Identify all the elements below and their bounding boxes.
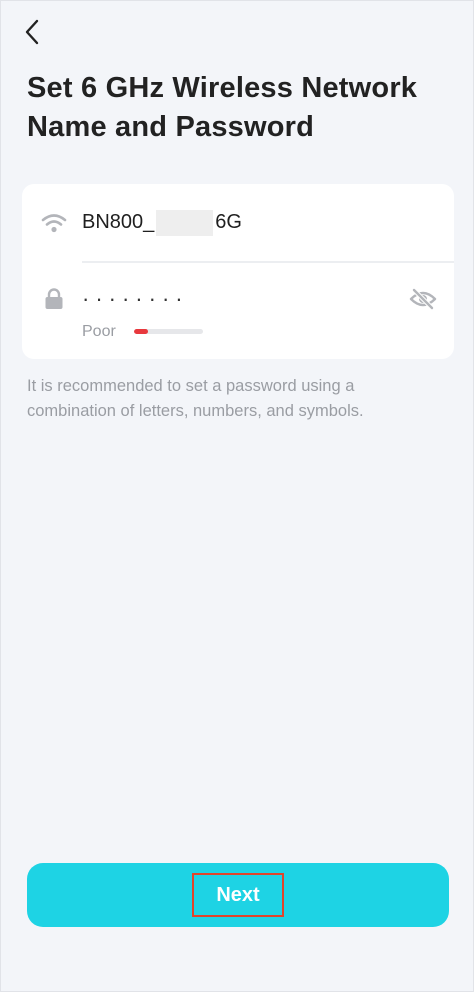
next-button-label: Next [192, 873, 284, 917]
ssid-prefix: BN800_ [82, 211, 155, 233]
page-title: Set 6 GHz Wireless Network Name and Pass… [27, 72, 418, 143]
password-strength-fill [134, 329, 148, 334]
lock-icon [45, 288, 63, 309]
ssid-row: BN800_ 6G [22, 184, 454, 262]
password-hint: It is recommended to set a password usin… [27, 377, 364, 420]
password-input[interactable]: ········ [82, 284, 382, 314]
field-divider [82, 261, 454, 263]
eye-off-icon [409, 288, 437, 310]
ssid-input[interactable]: BN800_ 6G [82, 208, 422, 236]
wifi-icon [41, 214, 67, 233]
password-visibility-toggle[interactable] [408, 286, 438, 312]
ssid-redacted-block [156, 210, 214, 236]
next-button[interactable]: Next [27, 863, 449, 927]
chevron-left-icon [25, 19, 39, 45]
network-settings-card: BN800_ 6G ········ Poor [22, 184, 454, 359]
back-button[interactable] [15, 15, 49, 49]
password-strength-label: Poor [82, 323, 116, 340]
ssid-suffix: 6G [215, 211, 242, 233]
password-strength-bar [134, 329, 203, 334]
